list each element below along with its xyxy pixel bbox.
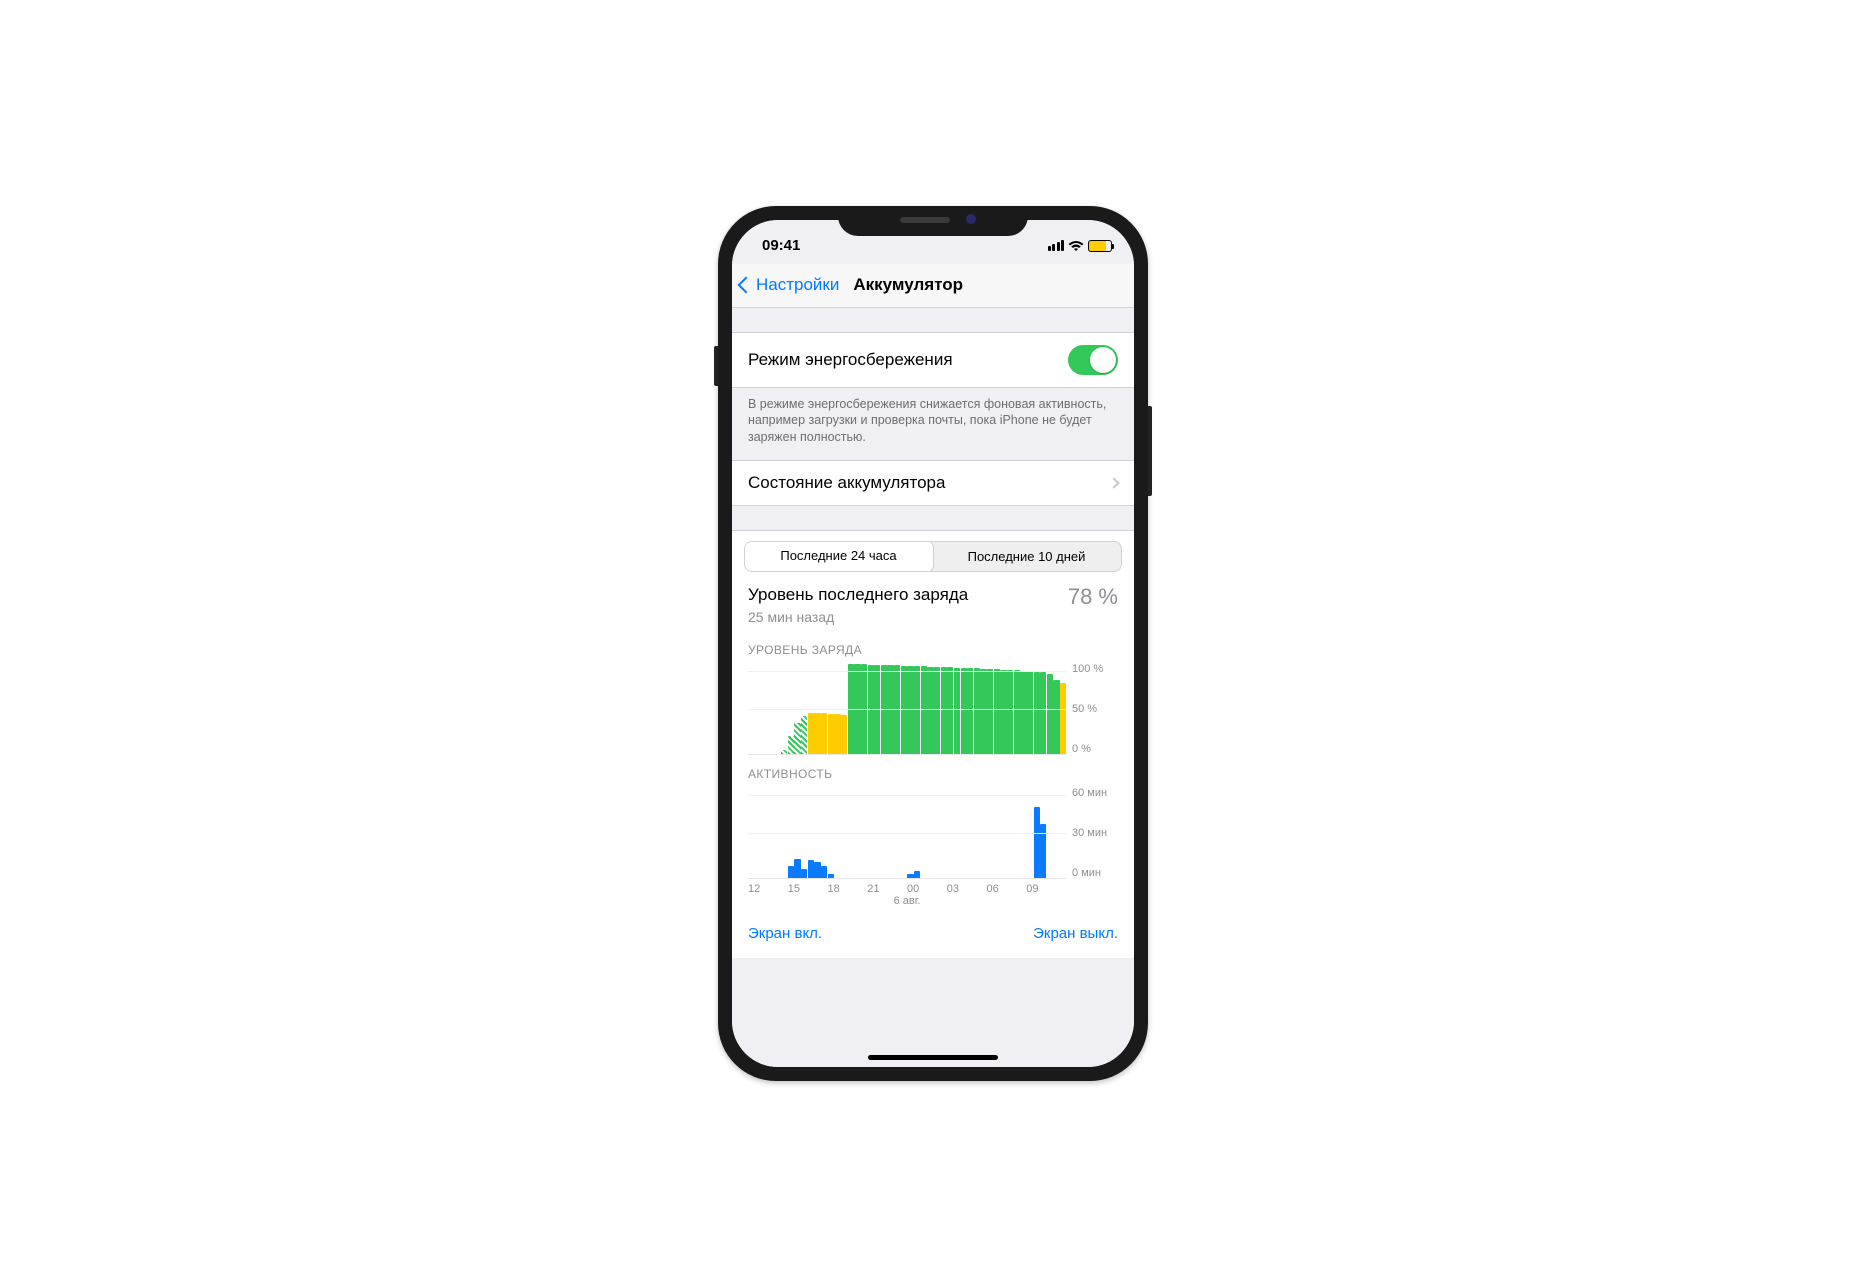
battery-icon (1088, 240, 1112, 252)
wifi-icon (1068, 240, 1084, 252)
activity-chart: АКТИВНОСТЬ 60 мин30 мин0 мин 12151821 00… (732, 755, 1134, 915)
segment-10d[interactable]: Последние 10 дней (932, 542, 1121, 571)
legend-screen-on[interactable]: Экран вкл. (748, 925, 822, 942)
chevron-left-icon (738, 277, 755, 294)
chart-plot-activity (748, 787, 1066, 879)
status-icons (1048, 240, 1113, 252)
signal-icon (1048, 240, 1065, 251)
phone-frame: 09:41 Настройки Аккумулятор Режим энерго… (718, 206, 1148, 1081)
last-charge-label: Уровень последнего заряда (748, 584, 968, 605)
chart-yaxis-level: 100 %50 %0 % (1072, 663, 1118, 755)
last-charge-row: Уровень последнего заряда 25 мин назад 7… (732, 572, 1134, 631)
back-button[interactable]: Настройки (732, 275, 839, 295)
segment-24h[interactable]: Последние 24 часа (744, 541, 933, 572)
back-label: Настройки (756, 275, 839, 295)
last-charge-sublabel: 25 мин назад (748, 609, 968, 625)
chevron-right-icon (1108, 477, 1119, 488)
chart-yaxis-activity: 60 мин30 мин0 мин (1072, 787, 1118, 879)
battery-health-row[interactable]: Состояние аккумулятора (732, 460, 1134, 506)
segmented-control: Последние 24 часа Последние 10 дней (744, 541, 1122, 572)
activity-legend: Экран вкл. Экран выкл. (732, 915, 1134, 958)
nav-bar: Настройки Аккумулятор (732, 264, 1134, 308)
low-power-label: Режим энергосбережения (748, 350, 953, 370)
last-charge-percent: 78 % (1068, 584, 1118, 610)
status-time: 09:41 (762, 237, 800, 254)
chart-plot-level (748, 663, 1066, 755)
chart-title-level: УРОВЕНЬ ЗАРЯДА (748, 643, 1118, 657)
low-power-mode-row[interactable]: Режим энергосбережения (732, 332, 1134, 388)
low-power-toggle[interactable] (1068, 345, 1118, 375)
low-power-note: В режиме энергосбережения снижается фоно… (732, 388, 1134, 461)
notch (838, 206, 1028, 236)
home-indicator[interactable] (868, 1055, 998, 1060)
screen: 09:41 Настройки Аккумулятор Режим энерго… (732, 220, 1134, 1067)
content-scroll[interactable]: Режим энергосбережения В режиме энергосб… (732, 308, 1134, 1067)
segmented-control-wrap: Последние 24 часа Последние 10 дней (732, 530, 1134, 572)
battery-level-chart: УРОВЕНЬ ЗАРЯДА 100 %50 %0 % (732, 631, 1134, 755)
chart-xaxis-date: 6 авг. (748, 895, 1066, 915)
page-title: Аккумулятор (853, 275, 963, 295)
chart-title-activity: АКТИВНОСТЬ (748, 767, 1118, 781)
chart-xaxis: 12151821 00030609 (748, 879, 1118, 895)
legend-screen-off[interactable]: Экран выкл. (1033, 925, 1118, 942)
battery-health-label: Состояние аккумулятора (748, 473, 945, 493)
